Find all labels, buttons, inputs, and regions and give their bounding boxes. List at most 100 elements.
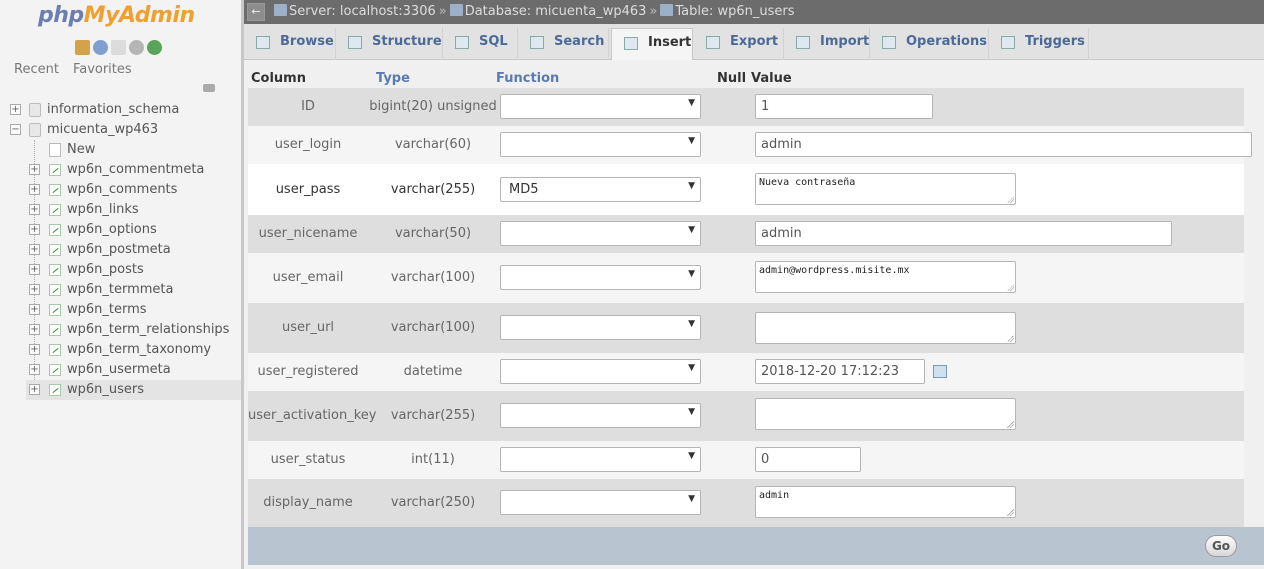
tree-item-table[interactable]: + wp6n_links	[0, 200, 241, 220]
function-select[interactable]: MD5 ▼	[500, 177, 701, 202]
collapse-all-icon[interactable]	[203, 84, 215, 92]
value-textarea[interactable]	[755, 398, 1016, 430]
function-select[interactable]: ▼	[500, 265, 701, 290]
search-icon	[530, 36, 544, 49]
tab-label: Structure	[372, 34, 442, 49]
tree-item-table[interactable]: + wp6n_options	[0, 220, 241, 240]
tree-item-label[interactable]: wp6n_termmeta	[67, 280, 174, 300]
expand-icon[interactable]: +	[29, 284, 40, 295]
tree-item-label[interactable]: micuenta_wp463	[47, 120, 158, 140]
tree-item-label[interactable]: wp6n_posts	[67, 260, 144, 280]
tab-recent[interactable]: Recent	[14, 62, 59, 77]
tree-item-label[interactable]: wp6n_links	[67, 200, 139, 220]
value-textarea[interactable]: Nueva contraseña	[755, 173, 1016, 205]
structure-icon	[348, 36, 362, 49]
tab-structure[interactable]: Structure	[336, 28, 443, 60]
function-select[interactable]: ▼	[500, 315, 701, 340]
reload-icon[interactable]	[147, 40, 162, 55]
tree-item-label[interactable]: wp6n_postmeta	[67, 240, 171, 260]
tab-insert[interactable]: Insert	[611, 28, 693, 60]
expand-icon[interactable]: +	[29, 344, 40, 355]
tree-item-table[interactable]: + wp6n_comments	[0, 180, 241, 200]
expand-icon[interactable]: +	[29, 304, 40, 315]
dropdown-arrow-icon: ▼	[688, 136, 695, 146]
tab-favorites[interactable]: Favorites	[73, 62, 132, 77]
breadcrumb-database[interactable]: Database: micuenta_wp463	[465, 4, 647, 19]
tree-item-table[interactable]: + wp6n_postmeta	[0, 240, 241, 260]
tree-item-micuenta-wp463[interactable]: − micuenta_wp463	[0, 120, 241, 140]
collapse-icon[interactable]: −	[10, 124, 21, 135]
value-input[interactable]: admin	[755, 221, 1172, 246]
value-input[interactable]: admin	[755, 132, 1252, 157]
expand-icon[interactable]: +	[29, 364, 40, 375]
tree-item-label[interactable]: wp6n_term_relationships	[67, 320, 229, 340]
function-select[interactable]: ▼	[500, 359, 701, 384]
logo-php-text: php	[38, 3, 84, 28]
tree-item-table[interactable]: + wp6n_terms	[0, 300, 241, 320]
tree-item-table[interactable]: + wp6n_usermeta	[0, 360, 241, 380]
collapse-navigation-button[interactable]: ←	[247, 3, 265, 21]
expand-icon[interactable]: +	[29, 384, 40, 395]
tree-item-label[interactable]: wp6n_term_taxonomy	[67, 340, 211, 360]
tree-item-label[interactable]: wp6n_usermeta	[67, 360, 171, 380]
tree-item-table[interactable]: + wp6n_posts	[0, 260, 241, 280]
tree-item-table[interactable]: + wp6n_commentmeta	[0, 160, 241, 180]
go-button[interactable]: Go	[1205, 535, 1237, 557]
breadcrumb-separator: »	[438, 4, 447, 19]
tree-item-table-selected[interactable]: + wp6n_users	[26, 380, 241, 400]
tree-item-label[interactable]: New	[67, 140, 95, 160]
tree-item-table[interactable]: + wp6n_term_taxonomy	[0, 340, 241, 360]
calendar-icon[interactable]	[933, 365, 947, 378]
expand-icon[interactable]: +	[29, 244, 40, 255]
tree-item-information-schema[interactable]: + information_schema	[0, 100, 241, 120]
tree-item-label[interactable]: wp6n_terms	[67, 300, 147, 320]
expand-icon[interactable]: +	[29, 264, 40, 275]
phpmyadmin-logo[interactable]: phpMyAdmin	[38, 3, 195, 28]
import-icon	[796, 36, 810, 49]
tab-search[interactable]: Search	[518, 28, 609, 60]
function-select[interactable]: ▼	[500, 403, 701, 428]
gear-icon[interactable]	[129, 40, 144, 55]
value-textarea[interactable]	[755, 312, 1016, 344]
tree-item-label[interactable]: wp6n_users	[67, 380, 144, 400]
docs-icon[interactable]	[111, 40, 126, 55]
expand-icon[interactable]: +	[29, 164, 40, 175]
column-type: varchar(100)	[390, 320, 476, 335]
function-select[interactable]: ▼	[500, 447, 701, 472]
tree-item-label[interactable]: wp6n_comments	[67, 180, 177, 200]
value-input[interactable]: 1	[755, 94, 933, 119]
column-name: user_activation_key	[248, 408, 377, 423]
logout-icon[interactable]	[93, 40, 108, 55]
tree-item-table[interactable]: + wp6n_termmeta	[0, 280, 241, 300]
tree-item-new[interactable]: New	[0, 140, 241, 160]
value-textarea[interactable]: admin	[755, 486, 1016, 518]
tree-item-label[interactable]: wp6n_commentmeta	[67, 160, 204, 180]
expand-icon[interactable]: +	[29, 204, 40, 215]
expand-icon[interactable]: +	[10, 104, 21, 115]
breadcrumb-server[interactable]: Server: localhost:3306	[289, 4, 436, 19]
expand-icon[interactable]: +	[29, 324, 40, 335]
tree-item-table[interactable]: + wp6n_term_relationships	[0, 320, 241, 340]
function-select[interactable]: ▼	[500, 94, 701, 119]
tab-operations[interactable]: Operations	[870, 28, 989, 60]
tab-triggers[interactable]: Triggers	[989, 28, 1089, 60]
value-textarea[interactable]: admin@wordpress.misite.mx	[755, 261, 1016, 293]
function-select[interactable]: ▼	[500, 132, 701, 157]
sql-icon	[455, 36, 469, 49]
function-select[interactable]: ▼	[500, 221, 701, 246]
column-type: datetime	[403, 364, 463, 379]
tab-browse[interactable]: Browse	[244, 28, 336, 60]
value-input[interactable]: 0	[755, 447, 861, 472]
header-value: Value	[751, 71, 792, 86]
tree-item-label[interactable]: wp6n_options	[67, 220, 157, 240]
breadcrumb-table[interactable]: Table: wp6n_users	[675, 4, 794, 19]
datetime-input[interactable]: 2018-12-20 17:12:23	[755, 359, 925, 384]
tab-import[interactable]: Import	[784, 28, 870, 60]
expand-icon[interactable]: +	[29, 224, 40, 235]
tab-sql[interactable]: SQL	[443, 28, 518, 60]
function-select[interactable]: ▼	[500, 490, 701, 515]
tab-export[interactable]: Export	[694, 28, 784, 60]
tree-item-label[interactable]: information_schema	[47, 100, 179, 120]
expand-icon[interactable]: +	[29, 184, 40, 195]
home-icon[interactable]	[75, 40, 90, 55]
